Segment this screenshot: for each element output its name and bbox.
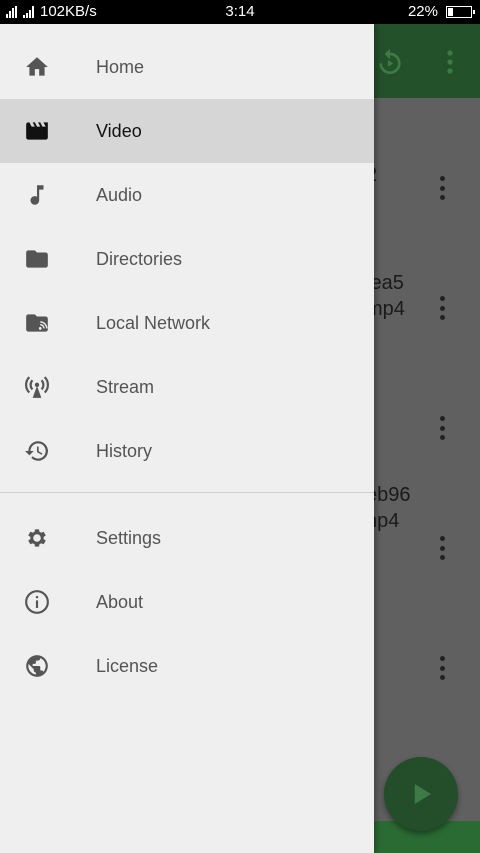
item-more-icon[interactable] [436, 296, 448, 320]
gear-icon [24, 525, 50, 551]
nav-item-label: About [96, 591, 144, 612]
nav-item-directories[interactable]: Directories [0, 227, 374, 291]
nav-item-label: Directories [96, 248, 183, 269]
antenna-icon [24, 374, 50, 400]
item-more-icon[interactable] [436, 176, 448, 200]
nav-item-label: Settings [96, 527, 162, 548]
nav-item-label: History [96, 440, 153, 461]
nav-item-label: Video [96, 120, 142, 141]
resume-playback-icon[interactable] [374, 46, 406, 78]
status-bar: 102KB/s 3:14 22% [0, 0, 480, 24]
drawer-divider [0, 492, 374, 493]
battery-icon [446, 5, 475, 18]
nav-item-stream[interactable]: Stream [0, 355, 374, 419]
nav-item-audio[interactable]: Audio [0, 163, 374, 227]
battery-percent: 22% [407, 3, 438, 20]
nav-item-label: Audio [96, 184, 143, 205]
folder-icon [24, 246, 50, 272]
home-icon [24, 54, 50, 80]
nav-item-local-network[interactable]: Local Network [0, 291, 374, 355]
nav-item-video[interactable]: Video [0, 99, 374, 163]
nav-item-settings[interactable]: Settings [0, 506, 374, 570]
item-more-icon[interactable] [436, 536, 448, 560]
item-more-icon[interactable] [436, 656, 448, 680]
nav-item-label: Home [96, 56, 145, 77]
play-icon [414, 784, 431, 804]
play-fab[interactable] [384, 757, 458, 831]
nav-item-license[interactable]: License [0, 634, 374, 698]
overflow-menu-icon[interactable] [440, 48, 460, 76]
info-icon [24, 589, 50, 615]
globe-icon [24, 653, 50, 679]
history-icon [24, 438, 50, 464]
network-folder-icon [24, 310, 50, 336]
nav-item-home[interactable]: Home [0, 35, 374, 99]
item-more-icon[interactable] [436, 416, 448, 440]
nav-item-label: License [96, 655, 159, 676]
nav-item-history[interactable]: History [0, 419, 374, 483]
navigation-drawer: Home Video Audio Directories Local Netwo… [0, 24, 374, 853]
nav-item-about[interactable]: About [0, 570, 374, 634]
music-note-icon [24, 182, 50, 208]
nav-item-label: Local Network [96, 312, 211, 333]
video-icon [24, 118, 50, 144]
nav-item-label: Stream [96, 376, 155, 397]
